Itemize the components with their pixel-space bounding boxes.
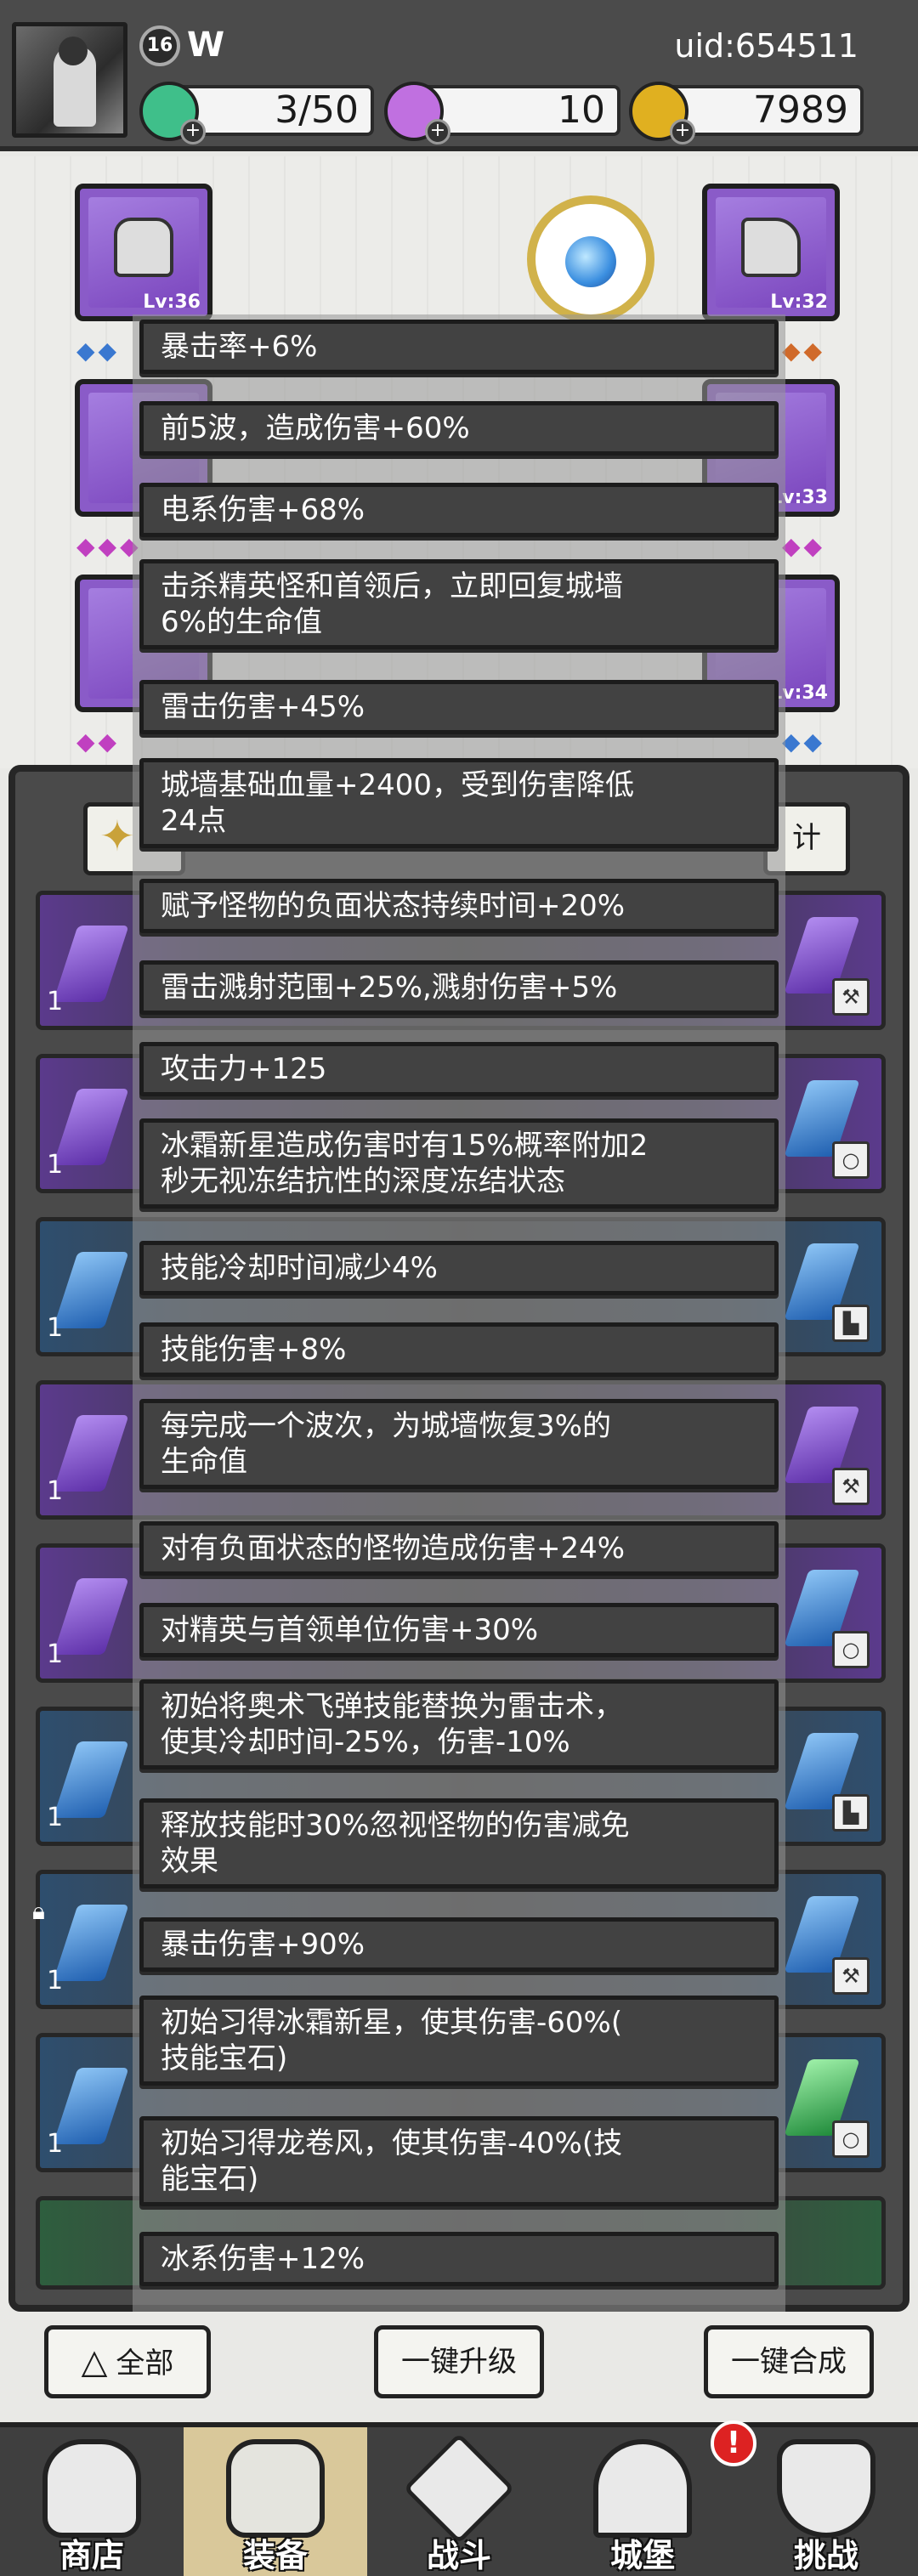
gem-count: 1 xyxy=(47,987,64,1016)
equip-level: Lv:32 xyxy=(770,292,828,313)
attribute-item: 对有负面状态的怪物造成伤害+24% xyxy=(139,1521,779,1576)
backpack-icon xyxy=(226,2439,325,2538)
gem-blue-icon xyxy=(53,1741,129,1818)
gem-purple-icon xyxy=(53,1415,129,1492)
ring-type-icon: ○ xyxy=(832,1631,870,1668)
avatar-head xyxy=(59,37,88,65)
top-bar: 16 W uid:654511 3/50 + 10 + 7989 + xyxy=(0,0,918,151)
staff-gem-icon xyxy=(565,236,616,287)
equip-slot-helmet[interactable]: Lv:36 xyxy=(75,184,212,321)
attribute-item: 前5波，造成伤害+60% xyxy=(139,401,779,456)
gem-count: 1 xyxy=(47,1966,64,1996)
gem-count: 1 xyxy=(47,1150,64,1180)
crossed-swords-icon xyxy=(403,2432,515,2545)
ring-type-icon: ○ xyxy=(832,1141,870,1179)
equip-slot-weapon[interactable]: Lv:32 xyxy=(702,184,840,321)
gem-purple-icon xyxy=(53,1089,129,1165)
socket-dots-icon: ◆◆ xyxy=(782,337,826,365)
gem-count: 1 xyxy=(47,1313,64,1343)
player-uid: uid:654511 xyxy=(674,27,858,65)
attribute-item: 初始将奥术飞弹技能替换为雷击术， 使其冷却时间-25%，伤害-10% xyxy=(139,1679,779,1769)
nav-castle[interactable]: 城堡 xyxy=(551,2427,734,2576)
gem-count: 1 xyxy=(47,1639,64,1669)
lock-icon: 🔒︎ xyxy=(32,1897,45,1925)
socket-dots-icon: ◆◆ xyxy=(782,532,826,560)
attribute-item: 电系伤害+68% xyxy=(139,483,779,537)
attribute-item: 赋予怪物的负面状态持续时间+20% xyxy=(139,879,779,933)
nav-challenge-label: 挑战 xyxy=(793,2537,858,2574)
nav-shop-label: 商店 xyxy=(59,2537,124,2574)
nav-battle[interactable]: 战斗 xyxy=(367,2427,551,2576)
sparkle-icon: ✦ xyxy=(99,812,135,861)
attribute-item: 技能伤害+8% xyxy=(139,1322,779,1377)
player-level-badge: 16 xyxy=(139,25,180,66)
attribute-item: 冰霜新星造成伤害时有15%概率附加2 秒无视冻结抗性的深度冻结状态 xyxy=(139,1118,779,1209)
attribute-item: 释放技能时30%忽视怪物的伤害减免 效果 xyxy=(139,1798,779,1888)
staff-type-icon: ⚒ xyxy=(832,1468,870,1505)
merge-all-button[interactable]: 一键合成 xyxy=(704,2325,874,2398)
nav-challenge[interactable]: 挑战 xyxy=(734,2427,918,2576)
castle-alert-badge: ! xyxy=(711,2420,756,2466)
attribute-item: 击杀精英怪和首领后，立即回复城墙 6%的生命值 xyxy=(139,559,779,649)
gold-add-button[interactable]: + xyxy=(670,119,695,144)
castle-icon xyxy=(593,2439,692,2538)
attribute-item: 攻击力+125 xyxy=(139,1042,779,1096)
gem-count: 1 xyxy=(47,1803,64,1832)
filter-all-label: 全部 xyxy=(116,2347,174,2381)
gem-purple-icon xyxy=(53,1578,129,1655)
attribute-item: 初始习得龙卷风，使其伤害-40%(技 能宝石) xyxy=(139,2116,779,2206)
nav-battle-label: 战斗 xyxy=(426,2537,491,2574)
player-name: W xyxy=(187,25,225,65)
socket-dots-icon: ◆◆ xyxy=(782,728,826,756)
ring-type-icon: ○ xyxy=(832,2120,870,2158)
gem-blue-icon xyxy=(53,2068,129,2144)
staff-type-icon: ⚒ xyxy=(832,978,870,1016)
attribute-item: 初始习得冰霜新星，使其伤害-60%(技能宝石) xyxy=(139,1996,779,2086)
shield-icon xyxy=(777,2439,876,2538)
attribute-item: 暴击伤害+90% xyxy=(139,1917,779,1972)
nav-shop[interactable]: 商店 xyxy=(0,2427,184,2576)
energy-add-button[interactable]: + xyxy=(180,119,206,144)
attribute-item: 雷击溅射范围+25%,溅射伤害+5% xyxy=(139,960,779,1015)
attribute-item: 技能冷却时间减少4% xyxy=(139,1241,779,1295)
gem-count: 1 xyxy=(47,2129,64,2159)
gem-purple-icon xyxy=(53,926,129,1002)
avatar[interactable] xyxy=(12,22,128,138)
nav-equipment-label: 装备 xyxy=(242,2537,308,2574)
gem-count: 1 xyxy=(47,1476,64,1506)
triangle-up-icon: △ xyxy=(81,2342,108,2381)
glove-icon xyxy=(741,218,801,277)
attribute-item: 每完成一个波次，为城墙恢复3%的 生命值 xyxy=(139,1399,779,1489)
boot-type-icon: ▙ xyxy=(832,1794,870,1832)
attribute-item: 暴击率+6% xyxy=(139,320,779,374)
nav-castle-label: 城堡 xyxy=(609,2537,675,2574)
gem-blue-icon xyxy=(53,1905,129,1981)
staff-type-icon: ⚒ xyxy=(832,1957,870,1995)
socket-dots-icon: ◆◆ xyxy=(76,728,121,756)
attribute-item: 冰系伤害+12% xyxy=(139,2232,779,2286)
upgrade-all-button[interactable]: 一键升级 xyxy=(374,2325,544,2398)
attribute-item: 雷击伤害+45% xyxy=(139,680,779,734)
nav-equipment[interactable]: 装备 xyxy=(184,2427,367,2576)
gem-add-button[interactable]: + xyxy=(425,119,450,144)
shop-icon xyxy=(42,2439,141,2538)
helmet-icon xyxy=(114,218,173,277)
attribute-item: 对精英与首领单位伤害+30% xyxy=(139,1603,779,1657)
equip-level: Lv:36 xyxy=(143,292,201,313)
attribute-item: 城墙基础血量+2400，受到伤害降低 24点 xyxy=(139,758,779,848)
boot-type-icon: ▙ xyxy=(832,1305,870,1342)
filter-all-button[interactable]: △ 全部 xyxy=(44,2325,211,2398)
socket-dots-icon: ◆◆ xyxy=(76,337,121,365)
gem-blue-icon xyxy=(53,1252,129,1328)
bottom-nav: 商店 装备 战斗 城堡 挑战 xyxy=(0,2422,918,2576)
